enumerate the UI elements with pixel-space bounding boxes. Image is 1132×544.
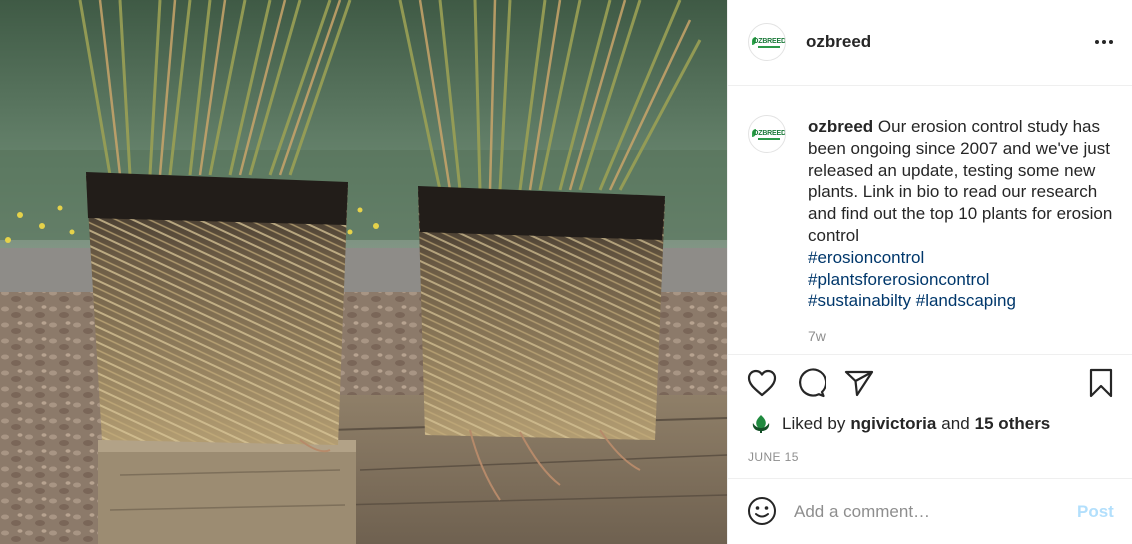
caption-age[interactable]: 7w — [808, 328, 826, 344]
comment-input[interactable] — [794, 498, 1064, 526]
likes-summary: Liked by ngivictoria and 15 others — [748, 410, 1050, 438]
bookmark-icon[interactable] — [1084, 366, 1118, 400]
liker-username[interactable]: ngivictoria — [850, 414, 936, 434]
comment-icon[interactable] — [794, 366, 828, 400]
logo-underline — [758, 46, 780, 48]
hashtag-link[interactable]: #erosioncontrol — [808, 247, 1120, 269]
action-bar — [728, 358, 1132, 408]
caption-avatar[interactable]: OZBREED — [748, 115, 786, 153]
photo-illustration — [0, 0, 727, 544]
post-photo[interactable] — [0, 0, 727, 544]
likes-others-link[interactable]: 15 others — [975, 414, 1051, 434]
logo-underline — [758, 138, 780, 140]
likes-conjunction: and — [941, 414, 970, 433]
header-username[interactable]: ozbreed — [806, 32, 871, 52]
post-date[interactable]: JUNE 15 — [748, 450, 799, 464]
post-side-panel: OZBREED ozbreed OZBREED ozbreed Our eros… — [727, 0, 1132, 544]
hashtag-link[interactable]: #landscaping — [916, 291, 1016, 310]
avatar-logo-text: OZBREED — [753, 130, 786, 137]
heart-icon[interactable] — [745, 366, 779, 400]
post-header: OZBREED ozbreed — [728, 0, 1132, 86]
avatar[interactable]: OZBREED — [748, 23, 786, 61]
caption-section: OZBREED ozbreed Our erosion control stud… — [728, 87, 1132, 355]
caption-username[interactable]: ozbreed — [808, 117, 873, 136]
avatar-logo-text: OZBREED — [753, 38, 786, 45]
caption-text: ozbreed Our erosion control study has be… — [808, 116, 1120, 312]
more-options-icon[interactable] — [1090, 28, 1118, 56]
hashtag-link[interactable]: #sustainabilty — [808, 291, 911, 310]
paper-plane-icon[interactable] — [842, 366, 876, 400]
hashtag-link[interactable]: #plantsforerosioncontrol — [808, 269, 1120, 291]
liker-avatar[interactable] — [748, 411, 774, 437]
post-comment-button[interactable]: Post — [1077, 502, 1114, 522]
comment-bar: Post — [728, 478, 1132, 544]
smiley-icon[interactable] — [747, 496, 777, 531]
likes-prefix: Liked by — [782, 414, 846, 433]
caption-body: Our erosion control study has been ongoi… — [808, 117, 1113, 245]
